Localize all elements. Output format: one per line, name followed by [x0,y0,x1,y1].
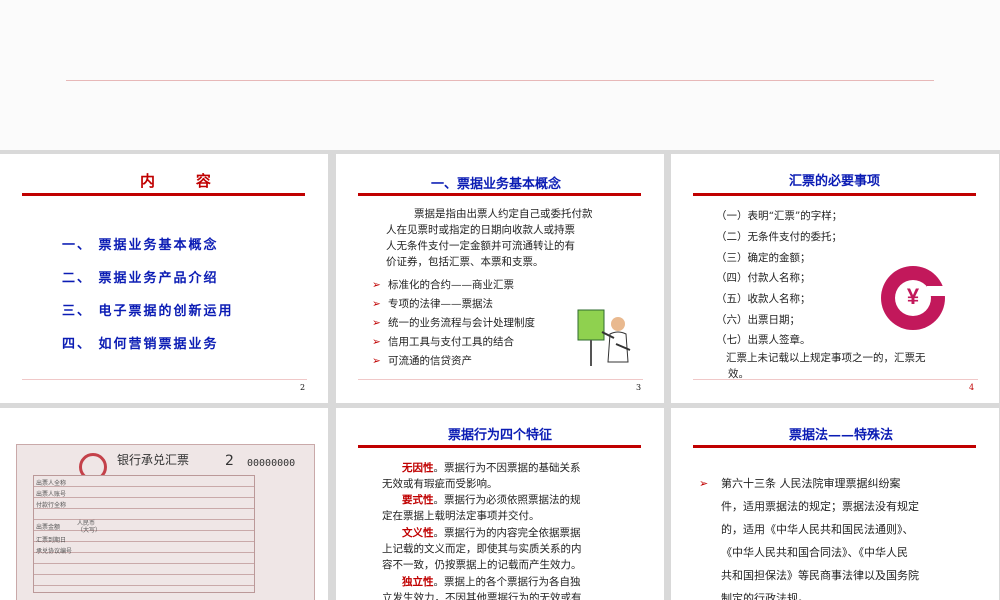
arrow-icon: ➢ [372,336,381,348]
bill-field-6: 承兑协议编号 [36,548,73,555]
presenter-clipart-icon [577,309,631,366]
requirement-item: （一）表明“汇票”的字样； [716,210,843,222]
bill-field-3: 付款行全称 [36,502,67,509]
bullet-item: ➢ 信用工具与支付工具的结合 [372,336,514,348]
bill-grid [33,475,255,593]
toc-item-1[interactable]: 一、 票据业务基本概念 [62,234,219,253]
requirement-item: （六）出票日期； [716,314,800,326]
bill-field-5: 汇票到期日 [36,537,67,544]
bullet-item: ➢ 标准化的合约——商业汇票 [372,279,514,291]
title-rule [22,193,305,196]
bill-field-2: 出票人账号 [36,491,67,498]
slide-concept[interactable]: 一、票据业务基本概念 票据是指由出票人约定自己或委托付款 人在见票时或指定的日期… [336,154,664,403]
bullet-item: ➢ 可流通的信贷资产 [372,355,472,367]
requirement-item: （七）出票人签章。 [716,334,811,346]
slide-bill[interactable]: 银行承兑汇票 2 00000000 出票人全称 出票人账号 付款行全称 出票金额… [0,408,328,600]
page-number: 4 [969,383,975,392]
yuan-icon: ¥ [906,284,920,309]
slide-title: 票据行为四个特征 [448,428,553,443]
slide-title: 汇票的必要事项 [789,174,881,189]
arrow-icon: ➢ [372,317,381,329]
title-rule [693,193,976,196]
feature-3: 文义性。票据行为的内容完全依据票据 上记载的文义而定，即使其与实质关系的内 容不… [382,527,582,571]
title-rule [358,193,641,196]
feature-4: 独立性。票据上的各个票据行为各自独 立发生效力，不因其他票据行为的无效或有 [382,576,582,600]
bill-currency2: （大写） [77,527,102,534]
title-rule [358,445,641,448]
page-number: 2 [300,383,306,392]
footer-rule [693,379,978,380]
slide-contents[interactable]: 内 容 一、 票据业务基本概念 二、 票据业务产品介绍 三、 电子票据的创新运用… [0,154,328,403]
title-rule [693,445,976,448]
requirement-item: （三）确定的金额； [716,252,811,264]
arrow-icon: ➢ [372,298,381,310]
slide-features[interactable]: 票据行为四个特征 无因性。票据行为不因票据的基础关系 无效或有瑕疵而受影响。 要… [336,408,664,600]
slide-title: 票据法——特殊法 [789,428,894,443]
arrow-icon: ➢ [372,279,381,291]
slide-title: 一、票据业务基本概念 [431,177,562,192]
bill-number: 00000000 [247,458,296,469]
arrow-icon: ➢ [372,355,381,367]
bill-field-4: 出票金额 [36,524,61,531]
slide-title: 内 容 [140,172,215,190]
toc-item-3[interactable]: 三、 电子票据的创新运用 [62,300,234,319]
slide-requirements[interactable]: 汇票的必要事项 （一）表明“汇票”的字样； （二）无条件支付的委托； （三）确定… [671,154,999,403]
logo-inner: ¥ [895,280,931,316]
toc-item-2[interactable]: 二、 票据业务产品介绍 [62,267,219,286]
requirement-item: （四）付款人名称； [716,272,811,284]
top-divider [66,80,934,81]
top-slide-area [0,0,1000,150]
feature-2: 要式性。票据行为必须依照票据法的规 定在票据上载明法定事项并交付。 [382,494,581,522]
law-text: ➢ 第六十三条 人民法院审理票据纠纷案 件，适用票据法的规定；票据法没有规定 的，… [699,472,991,600]
footer-rule [22,379,307,380]
bill-number-prefix: 2 [225,453,234,469]
feature-1: 无因性。票据行为不因票据的基础关系 无效或有瑕疵而受影响。 [382,462,581,490]
footer-rule [358,379,643,380]
page-number: 3 [636,383,642,392]
slide-law[interactable]: 票据法——特殊法 ➢ 第六十三条 人民法院审理票据纠纷案 件，适用票据法的规定；票… [671,408,999,600]
bullet-item: ➢ 专项的法律——票据法 [372,298,493,310]
arrow-icon: ➢ [699,477,709,490]
requirement-item: （二）无条件支付的委托； [716,231,842,243]
requirements-note: 汇票上未记载以上规定事项之一的，汇票无 效。 [726,352,926,380]
intro-paragraph: 票据是指由出票人约定自己或委托付款 人在见票时或指定的日期向收款人或持票 人无条… [386,208,593,268]
bill-field-1: 出票人全称 [36,480,67,487]
logo-notch [927,286,949,296]
toc-item-4[interactable]: 四、 如何营销票据业务 [62,333,219,352]
bill-header: 银行承兑汇票 [117,453,190,467]
bank-acceptance-bill-image: 银行承兑汇票 2 00000000 出票人全称 出票人账号 付款行全称 出票金额… [16,444,315,600]
requirement-item: （五）收款人名称； [716,293,811,305]
bank-logo-icon: ¥ [881,266,949,330]
bullet-item: ➢ 统一的业务流程与会计处理制度 [372,317,535,329]
